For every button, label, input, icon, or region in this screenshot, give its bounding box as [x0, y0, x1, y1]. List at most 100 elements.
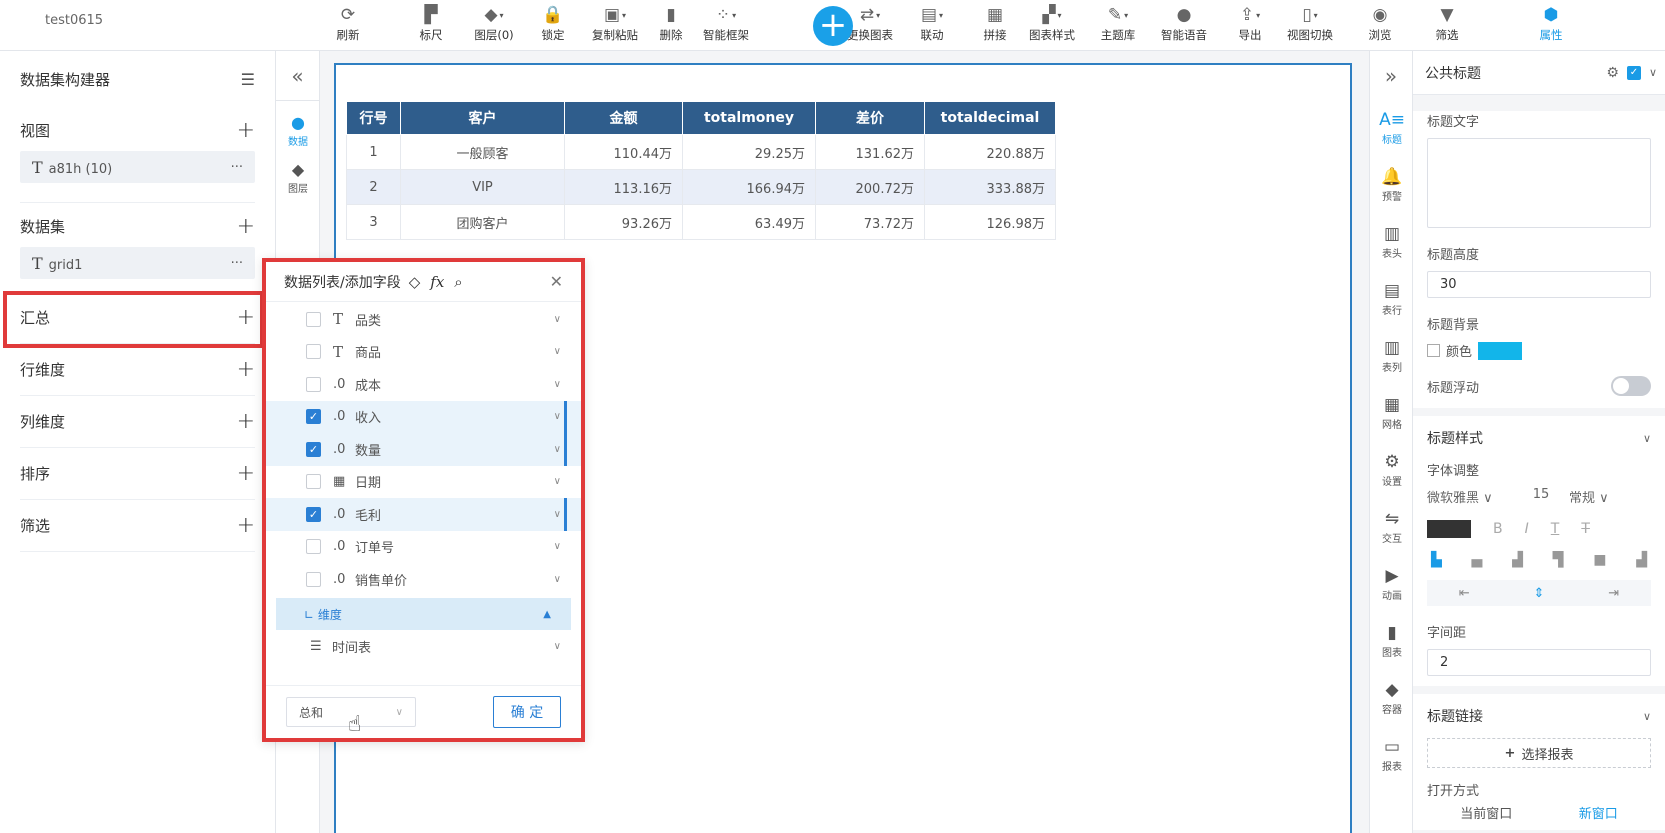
dimension-group[interactable]: ∟ 维度 ▲: [276, 598, 571, 630]
tab-title[interactable]: A≡ 标题: [1370, 101, 1414, 158]
bold-icon[interactable]: B: [1493, 521, 1503, 537]
font-size-select[interactable]: 15: [1519, 487, 1563, 506]
field-item[interactable]: T 品类 ∨: [266, 303, 581, 336]
add-column-dimension-button[interactable]: +: [237, 409, 255, 434]
toolbar-button[interactable]: ▼ 筛选: [1417, 2, 1477, 48]
sort-row[interactable]: 排序 +: [20, 448, 255, 500]
toolbar-button[interactable]: ● 智能语音: [1154, 2, 1214, 48]
align-top-icon[interactable]: ▜: [1553, 552, 1564, 568]
field-checkbox[interactable]: [306, 376, 321, 392]
toolbar-button[interactable]: ✎ ▾ 主题库: [1088, 2, 1148, 48]
field-item[interactable]: .0 订单号 ∨: [266, 531, 581, 564]
toolbar-button[interactable]: ▞ ▾ 图表样式: [1022, 2, 1082, 48]
more-icon[interactable]: ···: [231, 256, 243, 271]
center-icon[interactable]: ⇕: [1534, 586, 1545, 601]
add-dataset-button[interactable]: +: [237, 214, 255, 239]
dataset-item[interactable]: Tgrid1 ···: [20, 247, 255, 279]
add-component-button[interactable]: +: [813, 6, 853, 46]
tab-chart[interactable]: ▮ 图表: [1370, 614, 1414, 671]
tab-animation[interactable]: ▶ 动画: [1370, 557, 1414, 614]
field-checkbox[interactable]: [306, 311, 321, 327]
align-left-icon[interactable]: ▙: [1431, 552, 1442, 568]
toolbar-button[interactable]: ▯ ▾ 视图切换: [1280, 2, 1340, 48]
italic-icon[interactable]: I: [1525, 521, 1529, 537]
tab-bell[interactable]: 🔔 预警: [1370, 158, 1414, 215]
field-checkbox[interactable]: [306, 344, 321, 360]
chevron-down-icon[interactable]: ∨: [1643, 432, 1651, 445]
chevron-down-icon[interactable]: ∨: [554, 411, 561, 422]
field-item[interactable]: T 商品 ∨: [266, 336, 581, 369]
toolbar-button[interactable]: ▛ 标尺: [401, 2, 461, 48]
table-row[interactable]: 3 团购客户 93.26万 63.49万 73.72万 126.98万: [346, 204, 1056, 240]
font-color-swatch[interactable]: [1427, 520, 1471, 538]
field-item[interactable]: .0 成本 ∨: [266, 368, 581, 401]
underline-icon[interactable]: T: [1551, 521, 1560, 537]
add-view-button[interactable]: +: [237, 118, 255, 143]
more-icon[interactable]: ···: [231, 160, 243, 175]
align-right-icon[interactable]: ▟: [1512, 552, 1523, 568]
field-checkbox[interactable]: [306, 571, 321, 587]
collapse-right-icon[interactable]: »: [1370, 51, 1412, 101]
collapse-menu-icon[interactable]: ☰: [241, 70, 255, 89]
function-icon[interactable]: fx: [430, 273, 444, 291]
indent-right-icon[interactable]: ⇥: [1608, 586, 1619, 601]
align-center-icon[interactable]: ▄: [1472, 552, 1483, 568]
chevron-down-icon[interactable]: ∨: [554, 541, 561, 552]
letter-spacing-input[interactable]: 2: [1427, 649, 1651, 676]
select-report-button[interactable]: + 选择报表: [1427, 738, 1651, 768]
table-header[interactable]: 差价: [815, 101, 925, 135]
chevron-down-icon[interactable]: ∨: [1649, 66, 1657, 79]
field-item[interactable]: .0 销售单价 ∨: [266, 563, 581, 596]
confirm-button[interactable]: 确 定: [493, 696, 561, 728]
title-height-input[interactable]: 30: [1427, 271, 1651, 298]
field-item[interactable]: ✓ .0 收入 ∨: [266, 400, 581, 433]
chevron-down-icon[interactable]: ∨: [554, 444, 561, 455]
field-checkbox[interactable]: ✓: [306, 409, 321, 425]
data-table[interactable]: 行号 客户 金额 totalmoney 差价 totaldecimal 1 一般顾…: [346, 101, 1056, 240]
chevron-down-icon[interactable]: ∨: [554, 346, 561, 357]
enable-checkbox[interactable]: ✓: [1626, 65, 1641, 80]
open-new-option[interactable]: 新窗口: [1579, 803, 1618, 822]
tab-interaction[interactable]: ⇋ 交互: [1370, 500, 1414, 557]
view-item[interactable]: Ta81h (10) ···: [20, 151, 255, 183]
tab-grid[interactable]: ▦ 网格: [1370, 386, 1414, 443]
close-icon[interactable]: ✕: [550, 272, 563, 291]
filter-row[interactable]: 筛选 +: [20, 500, 255, 552]
field-time-table[interactable]: ☰ 时间表 ∨: [266, 630, 581, 663]
float-toggle[interactable]: [1611, 376, 1651, 396]
chevron-down-icon[interactable]: ∨: [1643, 710, 1651, 723]
add-filter-button[interactable]: +: [237, 513, 255, 538]
table-header[interactable]: 行号: [346, 101, 401, 135]
toolbar-button[interactable]: 🔒 锁定: [523, 2, 583, 48]
color-swatch[interactable]: [1478, 341, 1523, 360]
tag-icon[interactable]: ◇: [409, 273, 421, 291]
toolbar-button[interactable]: ⁘ ▾ 智能框架: [696, 2, 756, 48]
toolbar-button[interactable]: ⬢ 属性: [1521, 2, 1581, 48]
chevron-down-icon[interactable]: ∨: [554, 379, 561, 390]
field-item[interactable]: T门店∨: [266, 596, 581, 599]
add-sort-button[interactable]: +: [237, 461, 255, 486]
font-weight-select[interactable]: 常规 ∨: [1569, 487, 1629, 506]
tab-table-row[interactable]: ▤ 表行: [1370, 272, 1414, 329]
search-icon[interactable]: ⌕: [454, 273, 462, 291]
field-checkbox[interactable]: ✓: [306, 441, 321, 457]
chevron-down-icon[interactable]: ∨: [554, 509, 561, 520]
color-checkbox[interactable]: [1427, 344, 1440, 357]
row-dimension-row[interactable]: 行维度 +: [20, 344, 255, 396]
gear-icon[interactable]: ⚙: [1606, 65, 1619, 81]
field-item[interactable]: ✓ .0 数量 ∨: [266, 433, 581, 466]
table-row[interactable]: 1 一般顾客 110.44万 29.25万 131.62万 220.88万: [346, 134, 1056, 170]
table-header[interactable]: totalmoney: [682, 101, 816, 135]
table-header[interactable]: 金额: [564, 101, 683, 135]
add-row-dimension-button[interactable]: +: [237, 357, 255, 382]
align-bottom-icon[interactable]: ▟: [1636, 552, 1647, 568]
title-text-input[interactable]: [1427, 138, 1651, 228]
tab-data[interactable]: ● 数据: [276, 113, 320, 148]
table-header[interactable]: totaldecimal: [924, 101, 1056, 135]
tab-container[interactable]: ◆ 容器: [1370, 671, 1414, 728]
field-checkbox[interactable]: [306, 474, 321, 490]
toolbar-button[interactable]: ▤ ▾ 联动: [902, 2, 962, 48]
tab-report[interactable]: ▭ 报表: [1370, 728, 1414, 785]
collapse-left-icon[interactable]: «: [276, 51, 319, 101]
table-header[interactable]: 客户: [400, 101, 565, 135]
